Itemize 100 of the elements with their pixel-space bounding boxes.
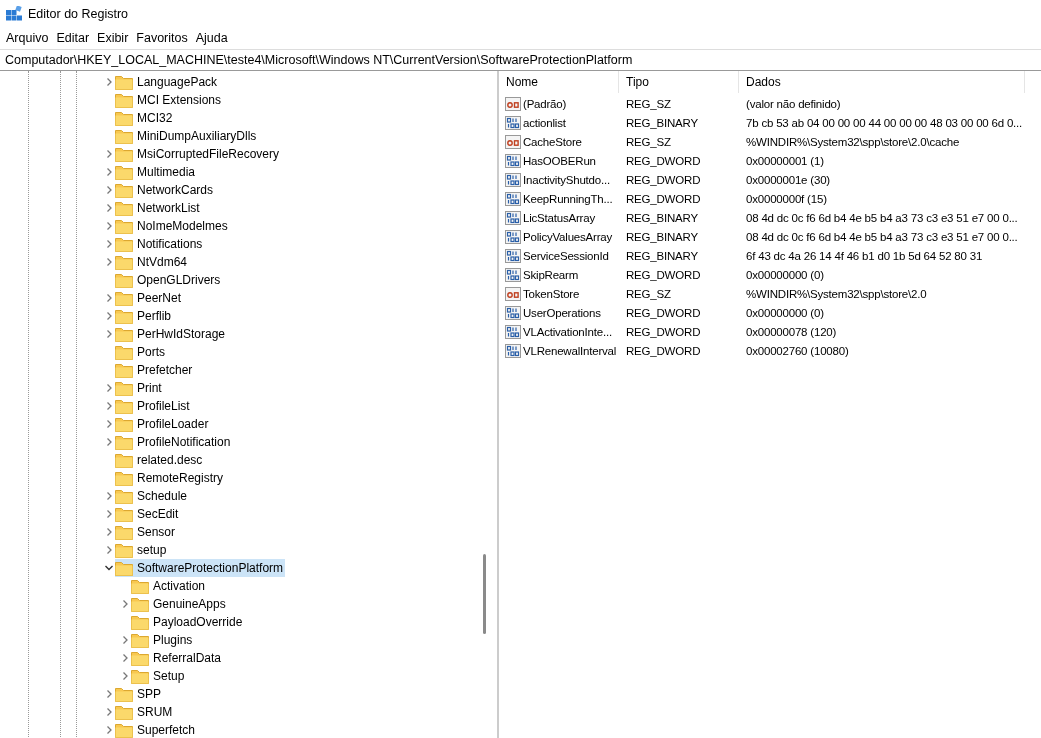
chevron-right-icon[interactable] (104, 149, 114, 159)
registry-cubes-icon (6, 6, 22, 22)
address-field[interactable]: Computador\HKEY_LOCAL_MACHINE\teste4\Microsoft\Windows NT\CurrentVersion\SoftwareProtectionPlatform (0, 49, 1041, 71)
tree-node[interactable]: MCI Extensions (115, 91, 224, 109)
chevron-right-icon[interactable] (120, 671, 130, 681)
column-header[interactable]: Dados (739, 71, 1025, 93)
tree-node[interactable]: related.desc (115, 451, 205, 469)
folder-icon (115, 470, 133, 486)
chevron-right-icon[interactable] (104, 383, 114, 393)
chevron-right-icon[interactable] (104, 221, 114, 231)
value-name: TokenStore (523, 287, 580, 300)
tree-node[interactable]: Sensor (115, 523, 178, 541)
chevron-right-icon[interactable] (104, 509, 114, 519)
string-value-icon (505, 286, 521, 301)
value-data: %WINDIR%\System32\spp\store\2.0 (746, 287, 927, 300)
tree-node[interactable]: Superfetch (115, 721, 198, 738)
chevron-right-icon[interactable] (104, 725, 114, 735)
tree-node[interactable]: SPP (115, 685, 163, 703)
tree-node[interactable]: GenuineApps (131, 595, 228, 613)
folder-icon (115, 200, 133, 216)
chevron-right-icon[interactable] (104, 167, 114, 177)
tree-node[interactable]: Print (115, 379, 164, 397)
tree-node[interactable]: Ports (115, 343, 167, 361)
tree-node[interactable]: setup (115, 541, 169, 559)
tree-node[interactable]: Multimedia (115, 163, 198, 181)
tree-node[interactable]: ProfileNotification (115, 433, 233, 451)
folder-icon (115, 182, 133, 198)
tree-node[interactable]: NetworkList (115, 199, 202, 217)
tree-node[interactable]: OpenGLDrivers (115, 271, 223, 289)
tree-node[interactable]: NetworkCards (115, 181, 216, 199)
chevron-right-icon[interactable] (104, 545, 114, 555)
chevron-right-icon[interactable] (104, 689, 114, 699)
tree-node[interactable]: SecEdit (115, 505, 181, 523)
value-type: REG_DWORD (625, 192, 702, 205)
tree-node[interactable]: LanguagePack (115, 73, 220, 91)
tree-node[interactable]: MiniDumpAuxiliaryDlls (115, 127, 259, 145)
binary-value-icon (505, 343, 521, 358)
tree-node[interactable]: Perflib (115, 307, 173, 325)
tree-node[interactable]: NtVdm64 (115, 253, 190, 271)
menu-item[interactable]: Arquivo (2, 31, 53, 45)
tree-node[interactable]: Plugins (131, 631, 195, 649)
tree-node[interactable]: MsiCorruptedFileRecovery (115, 145, 282, 163)
menu-item[interactable]: Favoritos (132, 31, 192, 45)
tree-node[interactable]: PerHwIdStorage (115, 325, 228, 343)
binary-value-icon (505, 210, 521, 225)
tree-node[interactable]: NoImeModelmes (115, 217, 230, 235)
tree-node[interactable]: PayloadOverride (131, 613, 245, 631)
value-data: 0x00000078 (120) (746, 325, 837, 338)
chevron-right-icon[interactable] (104, 437, 114, 447)
tree-node[interactable]: ProfileList (115, 397, 192, 415)
folder-icon (131, 650, 149, 666)
window-title: Editor do Registro (28, 7, 129, 21)
chevron-right-icon[interactable] (104, 203, 114, 213)
value-data: (valor não definido) (746, 97, 841, 110)
value-data: 0x0000000f (15) (746, 192, 827, 205)
chevron-right-icon[interactable] (120, 599, 130, 609)
tree-node[interactable]: Schedule (115, 487, 190, 505)
tree-node[interactable]: Setup (131, 667, 187, 685)
chevron-right-icon[interactable] (104, 491, 114, 501)
chevron-right-icon[interactable] (104, 311, 114, 321)
menu-item[interactable]: Exibir (93, 31, 133, 45)
folder-icon (115, 380, 133, 396)
folder-icon (131, 668, 149, 684)
value-type: REG_SZ (625, 287, 672, 300)
tree-node[interactable]: PeerNet (115, 289, 184, 307)
chevron-right-icon[interactable] (104, 401, 114, 411)
tree-node[interactable]: MCI32 (115, 109, 175, 127)
tree-node[interactable]: ProfileLoader (115, 415, 211, 433)
chevron-right-icon[interactable] (104, 293, 114, 303)
tree-node[interactable]: SoftwareProtectionPlatform (115, 559, 286, 577)
chevron-down-icon[interactable] (104, 563, 114, 573)
chevron-right-icon[interactable] (104, 527, 114, 537)
chevron-right-icon[interactable] (104, 419, 114, 429)
folder-icon (115, 164, 133, 180)
chevron-right-icon[interactable] (104, 185, 114, 195)
value-type: REG_DWORD (625, 173, 702, 186)
tree-node[interactable]: SRUM (115, 703, 175, 721)
folder-icon (115, 434, 133, 450)
tree-node[interactable]: Activation (131, 577, 208, 595)
tree-node[interactable]: RemoteRegistry (115, 469, 226, 487)
chevron-right-icon[interactable] (104, 707, 114, 717)
menu-item[interactable]: Ajuda (191, 31, 232, 45)
tree-node[interactable]: ReferralData (131, 649, 224, 667)
chevron-right-icon[interactable] (120, 635, 130, 645)
chevron-right-icon[interactable] (104, 329, 114, 339)
string-value-icon (505, 96, 521, 111)
binary-value-icon (505, 172, 521, 187)
binary-value-icon (505, 248, 521, 263)
scrollbar-thumb[interactable] (483, 554, 486, 634)
tree-node[interactable]: Notifications (115, 235, 205, 253)
chevron-right-icon[interactable] (120, 653, 130, 663)
column-header[interactable]: Nome (499, 71, 619, 93)
chevron-right-icon[interactable] (104, 257, 114, 267)
tree-node[interactable]: Prefetcher (115, 361, 195, 379)
folder-icon (115, 416, 133, 432)
folder-icon (115, 146, 133, 162)
chevron-right-icon[interactable] (104, 77, 114, 87)
chevron-right-icon[interactable] (104, 239, 114, 249)
column-header[interactable]: Tipo (619, 71, 739, 93)
menu-item[interactable]: Editar (52, 31, 94, 45)
